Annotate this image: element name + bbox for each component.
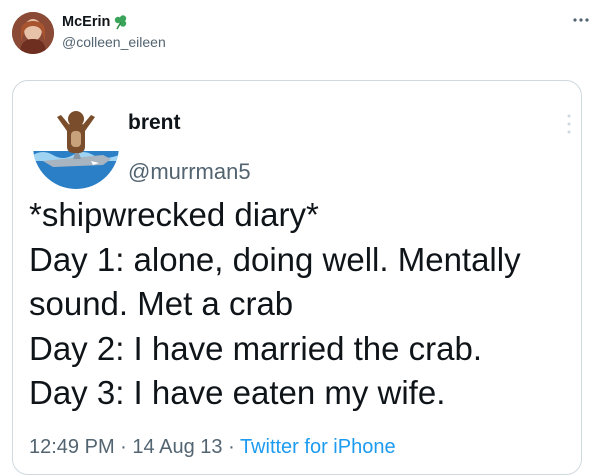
- tweet-line: sound. Met a crab: [29, 285, 294, 322]
- tweet-source-link[interactable]: Twitter for iPhone: [240, 436, 396, 458]
- tweet-metadata: 12:49 PM · 14 Aug 13 · Twitter for iPhon…: [29, 436, 396, 459]
- tweet-date[interactable]: 14 Aug 13: [132, 436, 222, 458]
- avatar[interactable]: [33, 103, 119, 189]
- display-name[interactable]: brent: [128, 111, 181, 135]
- tweet-line: Day 1: alone, doing well. Mentally: [29, 240, 521, 278]
- separator: ·: [120, 436, 127, 458]
- user-handle[interactable]: @colleen_eileen: [62, 34, 166, 50]
- more-horizontal-icon[interactable]: [573, 12, 589, 23]
- separator: ·: [228, 436, 235, 458]
- tweet-line: Day 2: I have married the crab.: [29, 329, 483, 367]
- tweet-line: *shipwrecked diary*: [29, 196, 319, 233]
- display-name-text[interactable]: McErin: [62, 14, 110, 30]
- avatar[interactable]: [12, 12, 54, 54]
- tweet-text: *shipwrecked diary* Day 1: alone, doing …: [29, 193, 577, 416]
- tweet-line: Day 3: I have eaten my wife.: [29, 374, 446, 411]
- display-name[interactable]: McErin: [62, 14, 130, 30]
- shamrock-icon: [112, 14, 130, 30]
- tweet-time[interactable]: 12:49 PM: [29, 436, 115, 458]
- quoted-tweet-card[interactable]: brent @murrman5 *shipwrecked diary* Day …: [12, 80, 582, 475]
- more-vertical-icon[interactable]: [567, 113, 571, 135]
- user-handle[interactable]: @murrman5: [128, 159, 251, 185]
